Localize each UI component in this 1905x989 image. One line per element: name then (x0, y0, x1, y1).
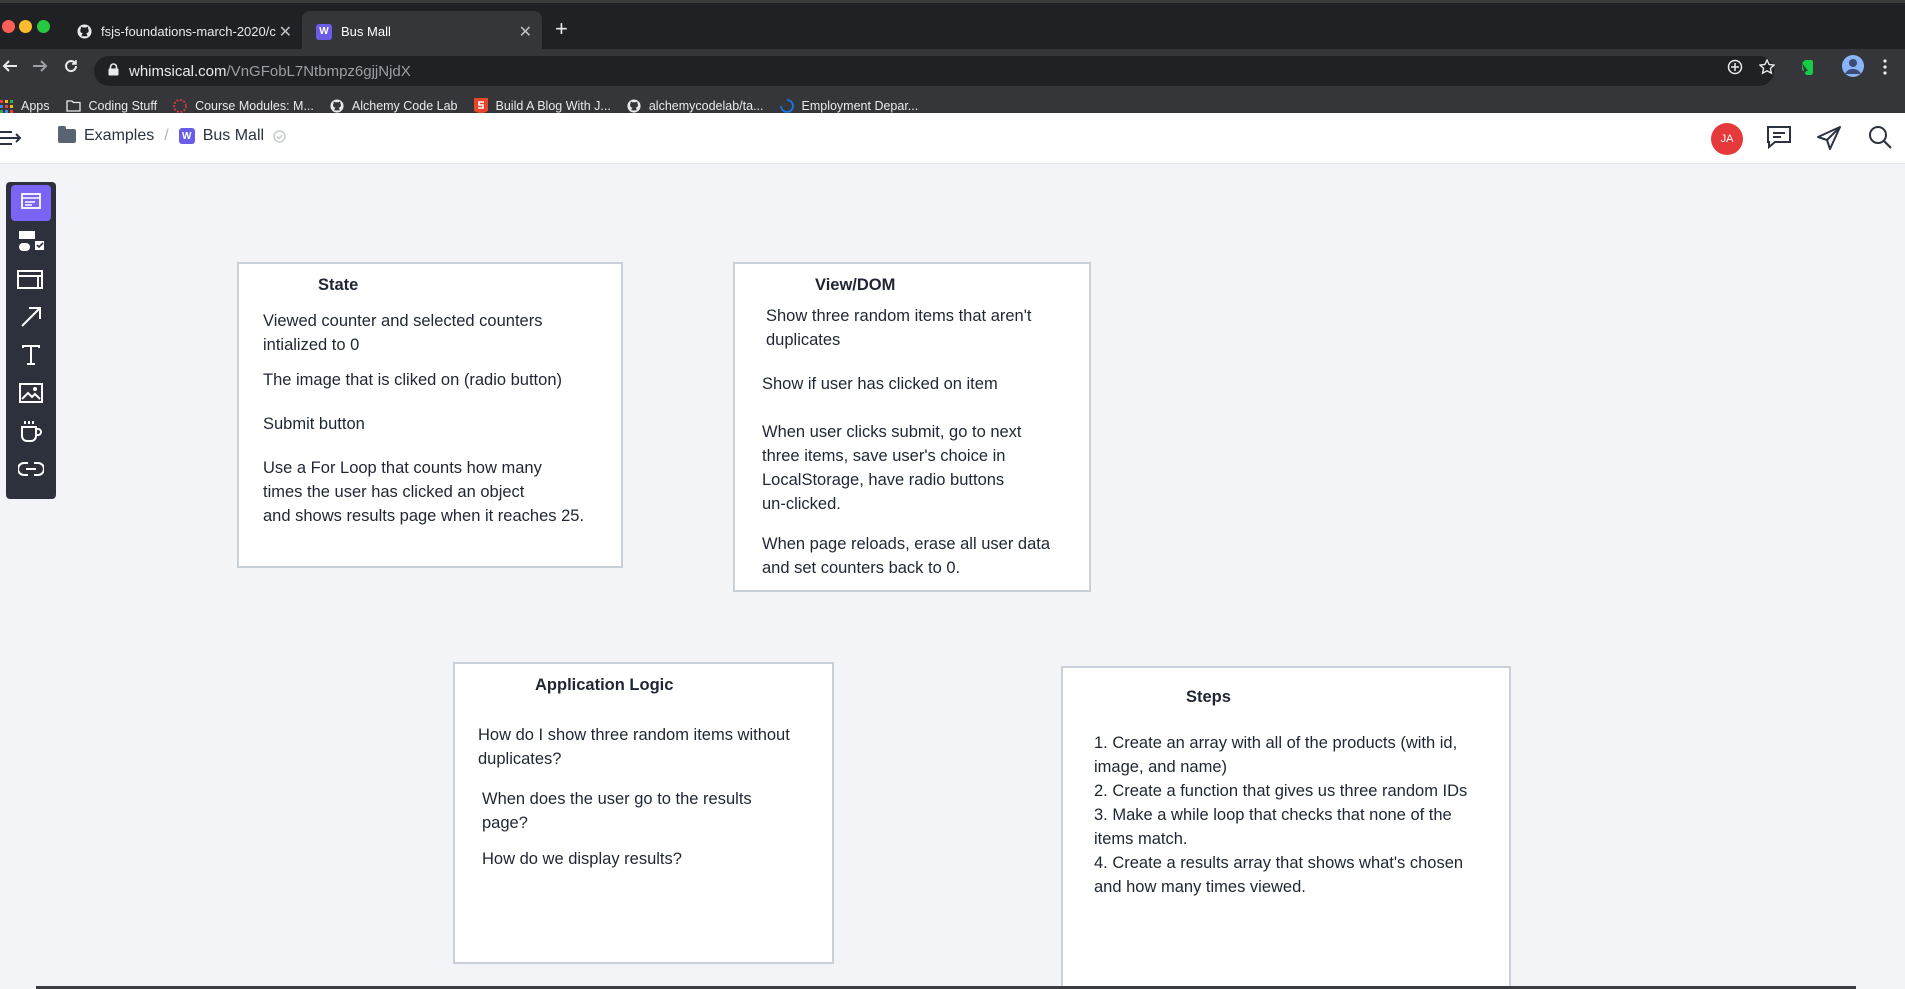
card-item: How do I show three random items without… (478, 726, 790, 768)
card-state[interactable]: State Viewed counter and selected counte… (237, 262, 623, 568)
card-tool-button[interactable] (11, 185, 51, 221)
canvas-icon (173, 99, 187, 113)
card-item: Viewed counter and selected counters int… (263, 312, 543, 354)
card-icon (21, 192, 41, 214)
reload-icon[interactable] (63, 58, 79, 79)
bookmark-label: Course Modules: M... (195, 99, 314, 113)
link-tool-button[interactable] (11, 453, 51, 489)
saved-check-icon (273, 129, 286, 143)
card-item: 1. Create an array with all of the produ… (1094, 734, 1468, 896)
card-application-logic[interactable]: Application Logic How do I show three ra… (453, 662, 834, 964)
lock-icon (108, 63, 119, 79)
bookmark-alchemy-code-lab[interactable]: Alchemy Code Lab (330, 99, 458, 113)
bookmark-build-a-blog[interactable]: Build A Blog With J... (473, 98, 611, 114)
window-minimize-button[interactable] (19, 20, 32, 33)
sticky-tool-button[interactable] (11, 415, 51, 451)
spinner-icon (779, 99, 794, 113)
card-view-dom[interactable]: View/DOM Show three random items that ar… (733, 262, 1091, 592)
bookmark-label: Apps (21, 99, 50, 113)
bookmark-label: Build A Blog With J... (495, 99, 611, 113)
app-header: Examples / W Bus Mall JA (0, 113, 1905, 164)
search-icon[interactable] (1868, 125, 1892, 154)
image-icon (19, 382, 43, 408)
card-item: When does the user go to the results pag… (482, 790, 752, 832)
url-path: /VnGFobL7Ntbmpz6gjjNjdX (226, 62, 411, 80)
breadcrumb: Examples / W Bus Mall (58, 126, 286, 145)
bookmark-label: Alchemy Code Lab (351, 99, 458, 113)
link-icon (17, 461, 45, 481)
card-title: Application Logic (535, 676, 674, 694)
bookmark-employment-department[interactable]: Employment Depar... (779, 99, 919, 113)
tool-palette (6, 182, 56, 499)
github-icon (76, 24, 92, 40)
tab-close-icon[interactable]: ✕ (519, 22, 532, 42)
send-icon[interactable] (1816, 125, 1842, 156)
back-icon[interactable] (2, 58, 18, 79)
browser-tab-github[interactable]: fsjs-foundations-march-2020/c ✕ (62, 11, 302, 52)
wireframe-tool-button[interactable] (11, 263, 51, 299)
new-tab-button[interactable]: + (555, 16, 568, 42)
profile-avatar-icon[interactable] (1842, 55, 1864, 82)
card-item: The image that is cliked on (radio butto… (263, 371, 562, 389)
card-item: When user clicks submit, go to next thre… (762, 423, 1022, 513)
arrow-tool-button[interactable] (11, 301, 51, 337)
user-avatar[interactable]: JA (1711, 123, 1743, 155)
card-item: Show three random items that aren't dupl… (766, 307, 1032, 349)
bookmark-s-icon (473, 98, 488, 114)
card-title: Steps (1186, 688, 1231, 706)
card-item: Submit button (263, 415, 365, 433)
folder-icon (58, 126, 76, 143)
text-tool-button[interactable] (11, 339, 51, 375)
apps-grid-icon (0, 99, 13, 113)
card-steps[interactable]: Steps 1. Create an array with all of the… (1061, 666, 1511, 989)
bookmark-course-modules[interactable]: Course Modules: M... (173, 99, 314, 113)
bookmark-label: Coding Stuff (88, 99, 158, 113)
forward-icon[interactable] (32, 58, 48, 79)
card-item: When page reloads, erase all user data a… (762, 535, 1051, 577)
bookmark-label: alchemycodelab/ta... (648, 99, 764, 113)
image-tool-button[interactable] (11, 377, 51, 413)
breadcrumb-separator: / (164, 127, 169, 144)
bookmark-coding-stuff[interactable]: Coding Stuff (65, 99, 158, 113)
menu-kebab-icon[interactable] (1882, 59, 1888, 80)
address-bar[interactable]: whimsical.com /VnGFobL7Ntbmpz6gjjNjdX (94, 56, 1774, 86)
folder-icon (65, 100, 81, 112)
tab-title: fsjs-foundations-march-2020/c (101, 24, 276, 39)
card-item: Show if user has clicked on item (762, 375, 998, 393)
bookmark-alchemycodelab-ta[interactable]: alchemycodelab/ta... (627, 99, 764, 113)
wireframe-icon (17, 268, 45, 295)
comment-icon[interactable] (1766, 125, 1792, 154)
breadcrumb-folder-link[interactable]: Examples (84, 127, 154, 145)
card-item: How do we display results? (482, 850, 682, 868)
expand-sidebar-icon[interactable] (0, 130, 22, 151)
github-icon (330, 99, 344, 113)
tab-close-icon[interactable]: ✕ (279, 22, 292, 42)
flowchart-tool-button[interactable] (11, 225, 51, 261)
card-item: Use a For Loop that counts how many time… (263, 459, 585, 525)
install-app-icon[interactable] (1727, 59, 1743, 80)
card-title: State (318, 276, 359, 294)
card-title: View/DOM (815, 276, 896, 294)
window-close-button[interactable] (2, 20, 15, 33)
whimsical-icon: W (178, 128, 195, 144)
window-maximize-button[interactable] (37, 20, 50, 33)
bookmark-apps[interactable]: Apps (0, 99, 50, 113)
text-icon (21, 344, 41, 370)
sticky-cup-icon (19, 419, 43, 448)
browser-tab-bus-mall[interactable]: W Bus Mall ✕ (302, 11, 542, 52)
browser-tab-strip: fsjs-foundations-march-2020/c ✕ W Bus Ma… (0, 0, 1905, 52)
bookmark-label: Employment Depar... (801, 99, 919, 113)
evernote-extension-icon[interactable] (1799, 59, 1815, 81)
flowchart-icon (17, 229, 45, 258)
url-host: whimsical.com (129, 62, 227, 80)
github-icon (627, 99, 641, 113)
whimsical-icon: W (316, 23, 332, 40)
arrow-icon (20, 306, 42, 333)
star-icon[interactable] (1758, 58, 1776, 80)
tab-title: Bus Mall (341, 24, 391, 39)
board-title[interactable]: Bus Mall (203, 127, 264, 145)
